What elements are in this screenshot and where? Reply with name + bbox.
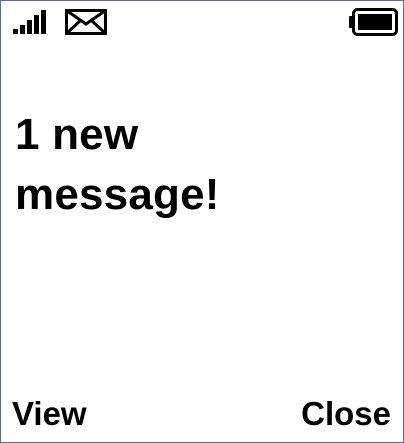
view-softkey[interactable]: View	[12, 394, 87, 434]
signal-strength-icon	[13, 10, 46, 34]
battery-full-icon	[349, 8, 398, 36]
status-bar	[1, 1, 403, 41]
message-line-2: message!	[15, 170, 220, 219]
softkey-bar: View Close	[1, 392, 403, 442]
new-message-notification: 1 new message!	[15, 105, 385, 225]
phone-screen: 1 new message! View Close	[0, 0, 404, 443]
close-softkey[interactable]: Close	[301, 394, 391, 434]
message-line-1: 1 new	[15, 110, 139, 159]
envelope-icon	[65, 9, 107, 35]
